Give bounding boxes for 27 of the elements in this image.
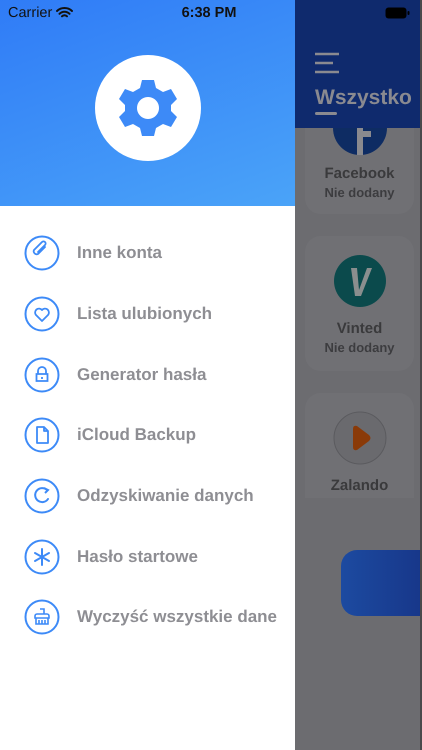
menu-icon <box>315 52 339 74</box>
wifi-icon <box>56 7 74 19</box>
action-button[interactable] <box>341 550 420 616</box>
category-tab[interactable]: Wszystko <box>315 86 420 110</box>
refresh-icon <box>24 478 60 514</box>
v-logo-icon <box>332 254 386 308</box>
broom-icon <box>24 599 60 636</box>
asterisk-icon <box>24 538 60 575</box>
menu-item[interactable]: Generator hasła <box>0 344 295 406</box>
menu-item[interactable]: iCloud Backup <box>0 405 295 466</box>
battery-icon <box>385 7 410 19</box>
menu-item[interactable]: Hasło startowe <box>0 526 295 588</box>
account-name: Vinted <box>336 320 382 337</box>
menu-item[interactable]: Inne konta <box>0 223 295 284</box>
account-card[interactable]: Zalando <box>305 393 414 498</box>
clock: 6:38 PM <box>182 5 236 21</box>
account-name: Facebook <box>324 165 395 182</box>
tab-indicator <box>315 112 337 115</box>
account-name: Zalando <box>330 477 388 494</box>
menu-item[interactable]: Wyczyść wszystkie dane <box>0 587 295 648</box>
carrier-label: Carrier <box>8 5 52 21</box>
lock-icon <box>24 356 60 393</box>
play-logo-icon <box>332 411 386 465</box>
paperclip-icon <box>24 235 60 272</box>
document-icon <box>24 417 60 454</box>
menu-item[interactable]: Odzyskiwanie danych <box>0 466 295 526</box>
menu-item[interactable]: Lista ulubionych <box>0 284 295 344</box>
